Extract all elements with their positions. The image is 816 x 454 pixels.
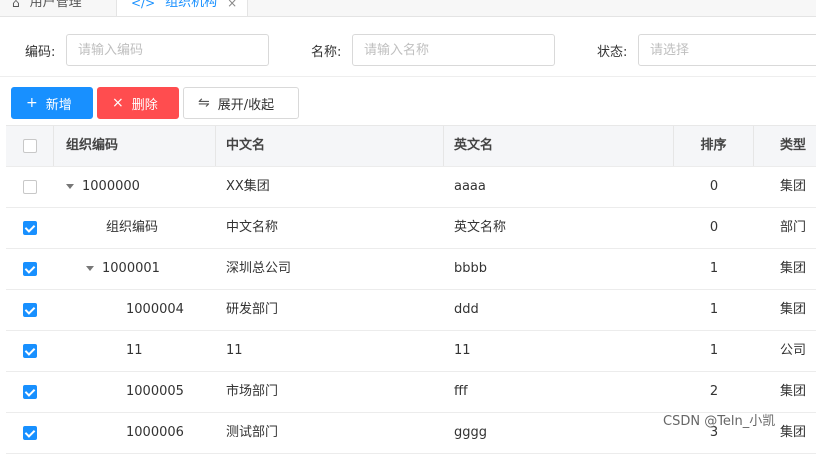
tab-bar: ⌂ 用户管理 </> 组织机构 × [0,0,816,17]
cell-english-name: fff [454,384,468,399]
cell-english-name: gggg [454,425,488,440]
table-row[interactable]: 1000004 研发部门 ddd 1 集团 [6,290,816,331]
expand-collapse-label: 展开/收起 [217,97,275,113]
table-row[interactable]: 组织编码 中文名称 英文名称 0 部门 [6,208,816,249]
cell-code: 1000006 [54,413,216,453]
cell-sort: 0 [709,179,719,194]
table-row[interactable]: 11 11 11 1 公司 [6,331,816,372]
row-checkbox[interactable] [23,385,37,399]
row-checkbox[interactable] [23,303,37,317]
add-button[interactable]: + 新增 [11,87,93,119]
column-header-code[interactable]: 组织编码 [54,126,216,166]
cell-sort: 0 [709,220,719,235]
row-checkbox[interactable] [23,262,37,276]
cell-chinese-name: XX集团 [226,179,270,194]
code-text: 1000000 [82,179,140,194]
expand-caret-icon[interactable] [86,266,94,271]
add-button-label: 新增 [45,97,72,113]
code-text: 组织编码 [106,220,159,235]
cell-type: 集团 [780,302,807,317]
status-label: 状态: [597,45,628,60]
cell-code: 1000004 [54,290,216,330]
cell-type: 集团 [780,261,807,276]
close-icon[interactable]: × [227,0,237,10]
tab-user-management[interactable]: ⌂ 用户管理 [12,0,112,16]
table-row[interactable]: 1000005 市场部门 fff 2 集团 [6,372,816,413]
code-text: 11 [126,343,143,358]
cell-english-name: ddd [454,302,479,317]
cell-chinese-name: 11 [226,343,243,358]
cell-chinese-name: 深圳总公司 [226,261,292,276]
cell-type: 公司 [780,343,807,358]
code-text: 1000005 [126,384,184,399]
tab-organization[interactable]: </> 组织机构 × [116,0,248,16]
cell-code: 1000000 [54,167,216,207]
code-label: 编码: [25,45,56,60]
plus-icon: + [26,95,38,111]
delete-button[interactable]: × 删除 [97,87,179,119]
swap-icon: ⇋ [198,95,210,111]
cell-chinese-name: 研发部门 [226,302,279,317]
cell-sort: 1 [709,302,719,317]
code-text: 1000004 [126,302,184,317]
cell-english-name: bbbb [454,261,488,276]
code-icon: </> [131,0,156,10]
cell-code: 组织编码 [54,208,216,248]
row-checkbox[interactable] [23,344,37,358]
org-table: 组织编码 中文名 英文名 排序 类型 1000000 XX集团 aaaa 0 集团 组织编… [6,125,816,454]
checkbox-cell [6,413,54,453]
checkbox-cell [6,167,54,207]
cell-sort: 1 [709,343,719,358]
tab-label: 组织机构 [165,0,218,10]
cell-english-name: 英文名称 [454,220,507,235]
cell-code: 1000001 [54,249,216,289]
cell-code: 1000005 [54,372,216,412]
checkbox-cell [6,249,54,289]
cell-type: 集团 [780,179,807,194]
cell-type: 部门 [780,220,807,235]
expand-collapse-button[interactable]: ⇋ 展开/收起 [183,87,299,119]
column-header-type[interactable]: 类型 [754,126,816,166]
status-select[interactable] [638,34,816,66]
name-input[interactable] [352,34,555,66]
cell-chinese-name: 中文名称 [226,220,279,235]
name-label: 名称: [311,45,342,60]
header-checkbox-cell [6,126,54,166]
search-form: 编码: 名称: 状态: [0,32,816,68]
column-header-english-name[interactable]: 英文名 [444,126,674,166]
cell-chinese-name: 市场部门 [226,384,279,399]
row-checkbox[interactable] [23,221,37,235]
column-header-chinese-name[interactable]: 中文名 [216,126,444,166]
table-row[interactable]: 1000000 XX集团 aaaa 0 集团 [6,167,816,208]
cell-english-name: 11 [454,343,471,358]
home-icon: ⌂ [12,0,20,10]
cell-english-name: aaaa [454,179,486,194]
cell-sort: 1 [709,261,719,276]
checkbox-cell [6,331,54,371]
watermark: CSDN @Teln_小凯 [663,414,776,429]
cell-sort: 2 [709,384,719,399]
expand-caret-icon[interactable] [66,184,74,189]
code-input[interactable] [66,34,269,66]
tab-label: 用户管理 [29,0,82,10]
close-icon: × [112,95,124,111]
row-checkbox[interactable] [23,180,37,194]
table-row[interactable]: 1000001 深圳总公司 bbbb 1 集团 [6,249,816,290]
delete-button-label: 删除 [131,97,158,113]
checkbox-cell [6,208,54,248]
cell-chinese-name: 测试部门 [226,425,279,440]
code-text: 1000001 [102,261,160,276]
checkbox-cell [6,372,54,412]
cell-type: 集团 [780,384,807,399]
column-header-sort[interactable]: 排序 [674,126,754,166]
divider [0,76,816,77]
cell-code: 11 [54,331,216,371]
select-all-checkbox[interactable] [22,139,37,153]
table-header: 组织编码 中文名 英文名 排序 类型 [6,126,816,167]
checkbox-cell [6,290,54,330]
